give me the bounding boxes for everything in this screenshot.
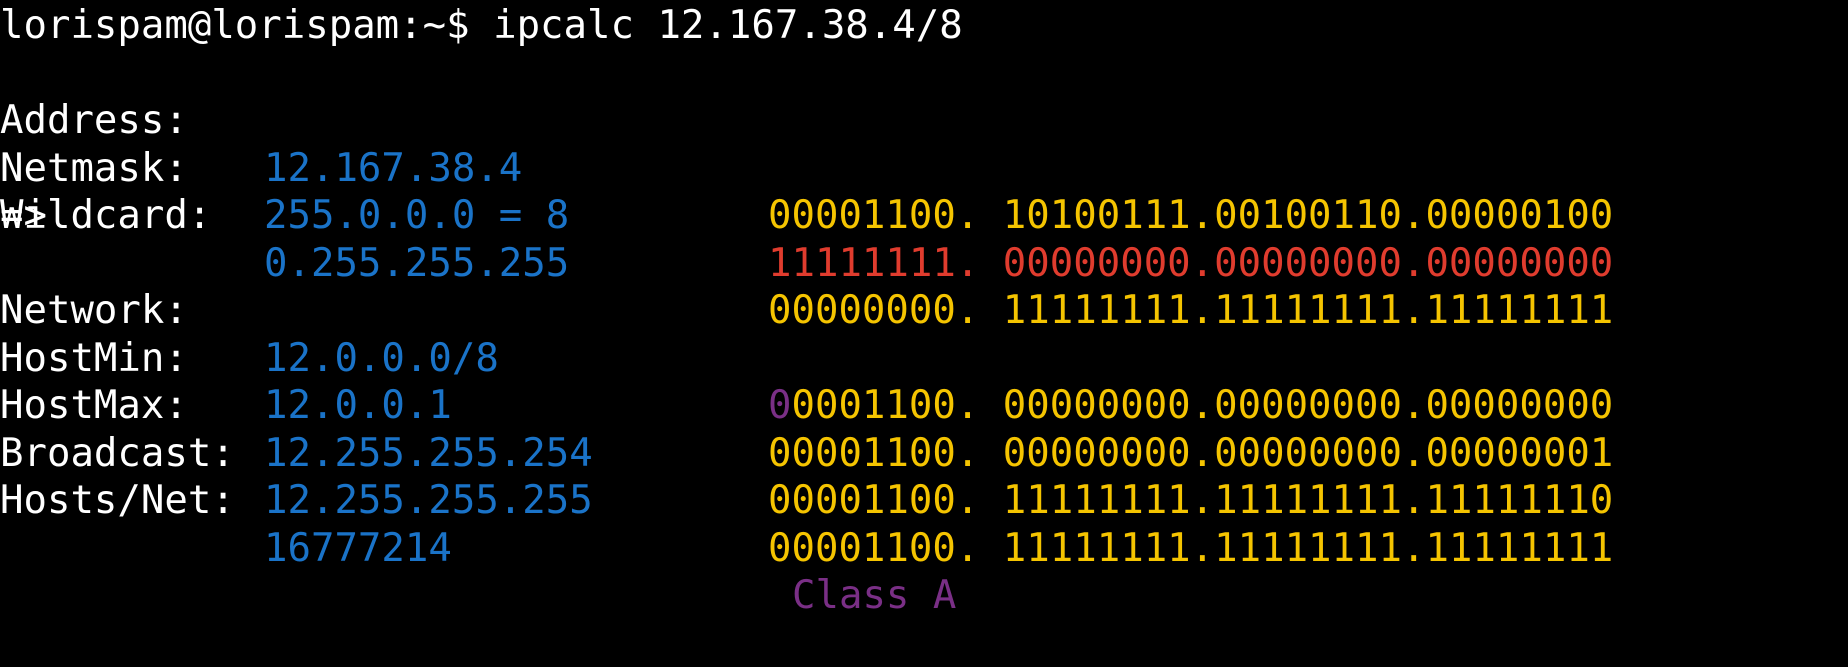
broadcast-value: 12.255.255.255: [264, 478, 593, 523]
command-line: lorispam@lorispam:~$ ipcalc 12.167.38.4/…: [0, 2, 1848, 50]
wildcard-row: Wildcard: 0.255.255.255 00000000. 111111…: [0, 145, 1848, 333]
terminal-window[interactable]: lorispam@lorispam:~$ ipcalc 12.167.38.4/…: [0, 0, 1848, 618]
network-row: Network: 12.0.0.0/8 00001100. 00000000.0…: [0, 240, 1848, 428]
broadcast-binary-rest: 11111111.11111111.11111111: [979, 525, 1614, 571]
address-row: Address: 12.167.38.4 00001100. 10100111.…: [0, 50, 1848, 238]
broadcast-row: Broadcast: 12.255.255.255 00001100. 1111…: [0, 382, 1848, 571]
hosts-value: 16777214: [264, 525, 452, 571]
hosts-label: Hosts/Net:: [0, 478, 235, 523]
network-class-label: Class A: [792, 573, 957, 618]
broadcast-binary-first-octet: 00001100.: [768, 525, 980, 571]
hostmax-binary-first-octet: 00001100.: [768, 478, 980, 523]
arrow-row: =>: [0, 192, 1848, 240]
netmask-row: Netmask: 255.0.0.0 = 8 11111111. 0000000…: [0, 97, 1848, 286]
hostmax-row: HostMax: 12.255.255.254 00001100. 111111…: [0, 335, 1848, 523]
hostmin-row: HostMin: 12.0.0.1 00001100. 00000000.000…: [0, 287, 1848, 476]
shell-prompt: lorispam@lorispam:~$: [0, 3, 494, 48]
command-text: ipcalc 12.167.38.4/8: [493, 3, 963, 48]
hostmax-binary-rest: 11111111.11111111.11111110: [979, 478, 1614, 523]
hostmax-binary: 00001100. 11111111.11111111.11111110: [768, 477, 1613, 525]
broadcast-binary: 00001100. 11111111.11111111.11111111: [768, 525, 1613, 573]
result-arrow: =>: [0, 193, 47, 238]
hosts-row: Hosts/Net: 16777214 Class A: [0, 430, 1848, 618]
